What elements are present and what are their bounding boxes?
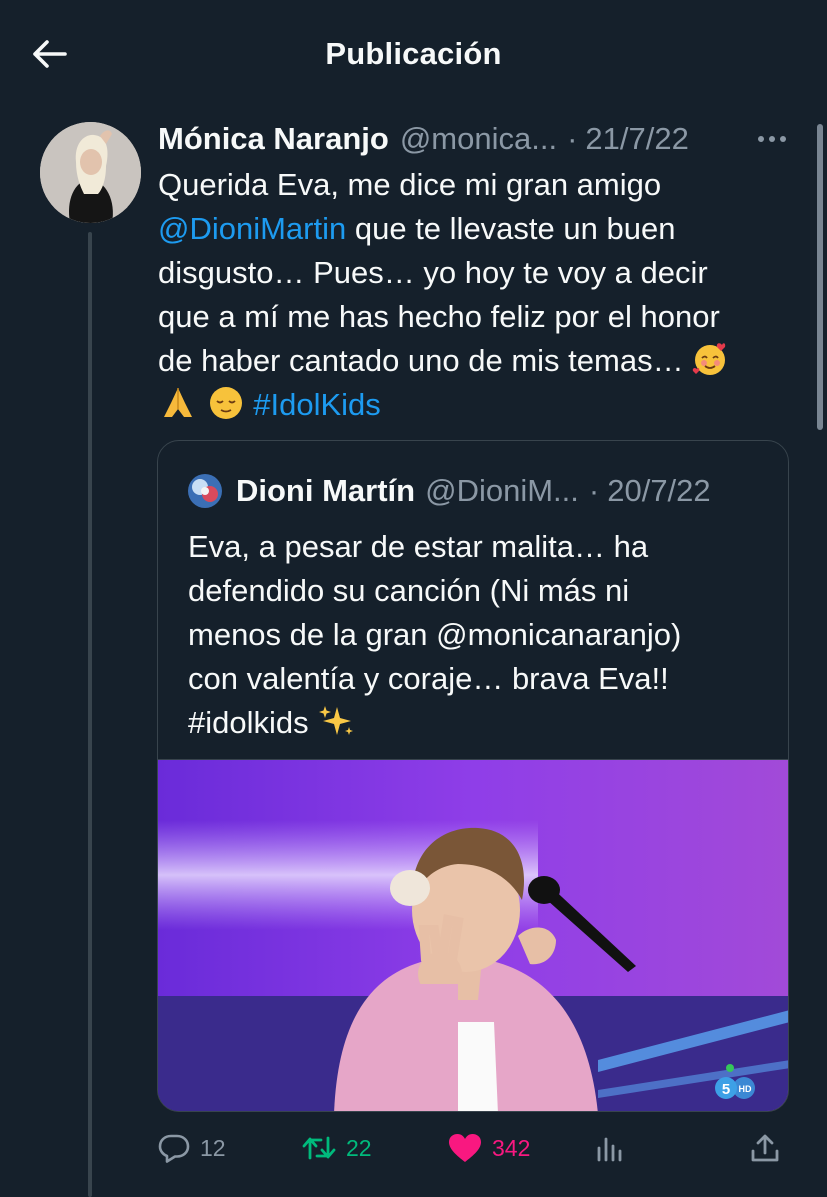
retweet-icon xyxy=(302,1136,336,1160)
like-count: 342 xyxy=(492,1134,531,1161)
separator-dot: · xyxy=(567,121,578,156)
tweet-actions: 12 22 342 xyxy=(158,1126,788,1170)
quote-text: Eva, a pesar de estar malita… ha defendi… xyxy=(188,525,778,745)
retweet-count: 22 xyxy=(346,1134,372,1161)
retweet-button[interactable]: 22 xyxy=(302,1126,372,1170)
sparkles-emoji xyxy=(317,703,355,751)
quote-header: Dioni Martín @DioniM... · 20/7/22 xyxy=(188,471,711,511)
quote-media-image[interactable]: 5 HD xyxy=(158,759,788,1111)
quote-text-line: Eva, a pesar de estar malita… ha xyxy=(188,529,649,564)
quoted-tweet[interactable]: Dioni Martín @DioniM... · 20/7/22 Eva, a… xyxy=(157,440,789,1112)
tweet-text: Querida Eva, me dice mi gran amigo @Dion… xyxy=(158,163,798,427)
page-title: Publicación xyxy=(325,36,502,71)
smiling-face-with-hearts-emoji xyxy=(692,341,730,389)
like-button[interactable]: 342 xyxy=(448,1126,530,1170)
reply-icon xyxy=(158,1134,190,1163)
more-horizontal-icon xyxy=(758,136,786,142)
author-name[interactable]: Mónica Naranjo xyxy=(158,121,389,157)
separator-dot: · xyxy=(588,473,600,508)
share-button[interactable] xyxy=(750,1126,790,1170)
quote-author-handle: @DioniM... xyxy=(425,473,579,508)
tweet-date[interactable]: 21/7/22 xyxy=(585,121,688,157)
more-button[interactable] xyxy=(752,128,792,150)
tweet-text-line: que a mí me has hecho feliz por el honor xyxy=(158,299,720,334)
tweet-text-fragment: de haber cantado uno de mis temas… xyxy=(158,343,693,378)
tweet-text-line: #IdolKids xyxy=(158,383,798,427)
thread-line xyxy=(88,232,92,1197)
author-handle[interactable]: @monica... xyxy=(400,121,557,157)
tweet-text-line: de haber cantado uno de mis temas… xyxy=(158,339,798,383)
header: Publicación xyxy=(0,0,827,106)
views-button[interactable] xyxy=(596,1126,634,1170)
quote-author-name: Dioni Martín xyxy=(236,473,416,508)
reply-count: 12 xyxy=(200,1134,226,1161)
quote-text-line: menos de la gran @monicanaranjo) xyxy=(188,617,682,652)
tweet-text-line: @DioniMartin que te llevaste un buen xyxy=(158,207,798,251)
tweet-text-line: Querida Eva, me dice mi gran amigo xyxy=(158,167,662,202)
quote-text-line: con valentía y coraje… brava Eva!! xyxy=(188,661,669,696)
scrollbar[interactable] xyxy=(817,124,823,430)
hashtag-link[interactable]: #IdolKids xyxy=(253,387,381,422)
quote-text-line: defendido su canción (Ni más ni xyxy=(188,573,630,608)
channel-badge-hd: HD xyxy=(739,1084,752,1094)
relieved-face-emoji xyxy=(207,385,245,433)
tweet-header: Mónica Naranjo @monica... · 21/7/22 xyxy=(158,118,689,160)
channel-badge: 5 xyxy=(722,1081,730,1098)
views-icon xyxy=(597,1137,622,1162)
quote-text-fragment: #idolkids xyxy=(188,705,318,740)
tweet-text-line: disgusto… Pues… yo hoy te voy a decir xyxy=(158,255,708,290)
author-avatar[interactable] xyxy=(40,122,141,223)
reply-button[interactable]: 12 xyxy=(158,1126,226,1170)
tweet-text-fragment: que te llevaste un buen xyxy=(346,211,676,246)
share-icon xyxy=(751,1134,779,1162)
mention-link[interactable]: @DioniMartin xyxy=(158,211,346,246)
quote-author-avatar[interactable] xyxy=(188,474,222,508)
quote-text-line: #idolkids xyxy=(188,701,778,745)
quote-date: 20/7/22 xyxy=(607,473,711,508)
folded-hands-emoji xyxy=(158,385,198,433)
heart-icon xyxy=(449,1134,481,1162)
